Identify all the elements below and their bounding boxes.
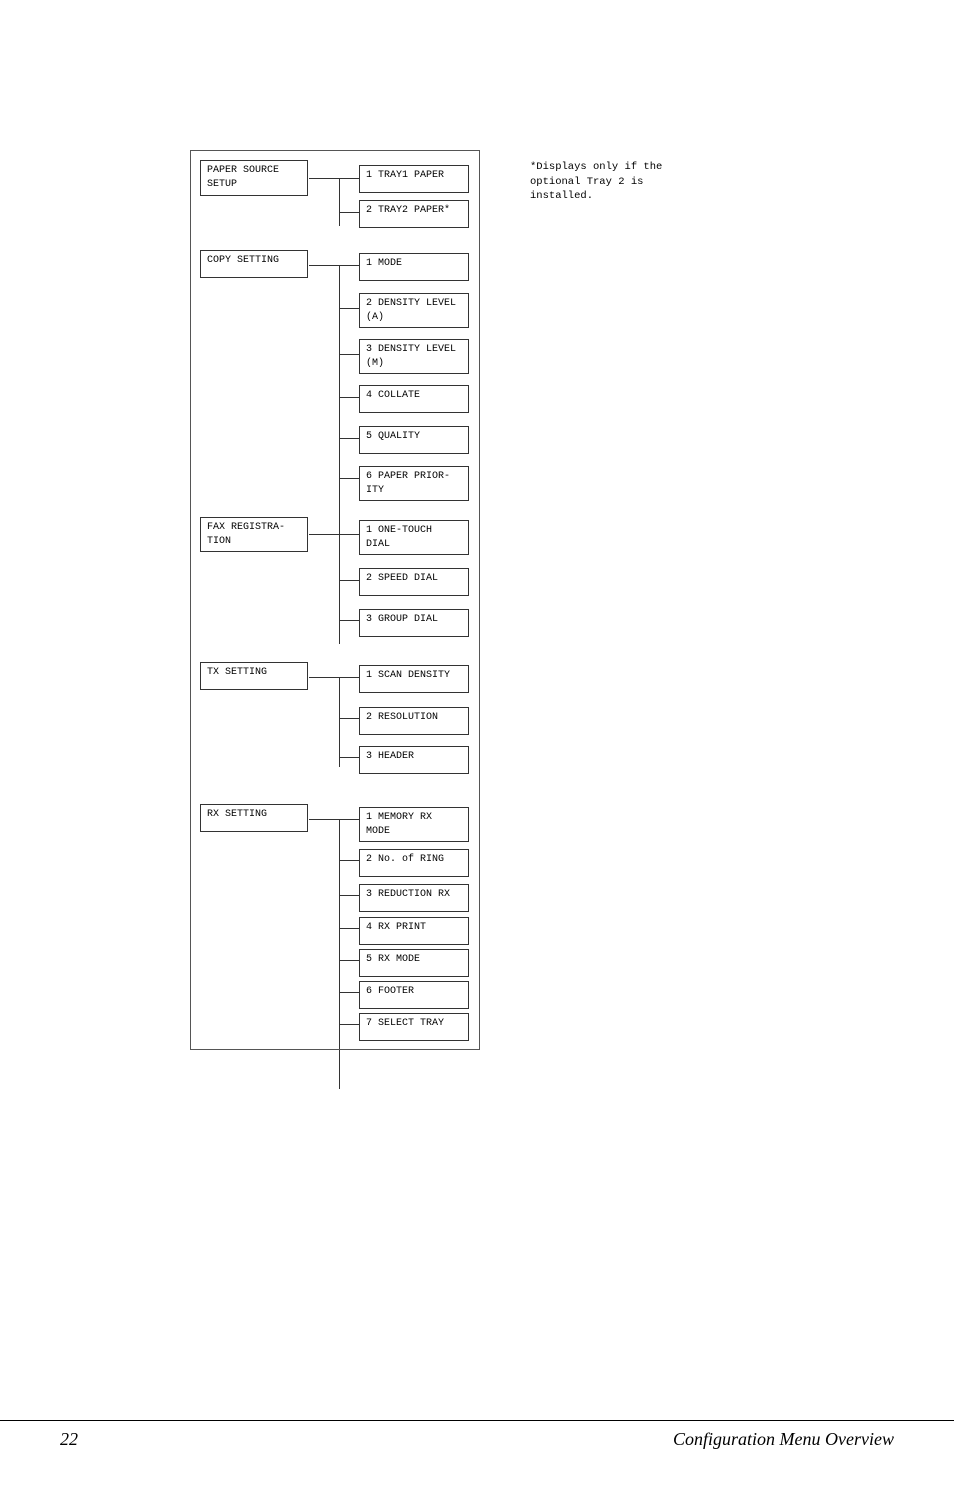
box-fax-one-touch: 1 ONE-TOUCHDIAL: [359, 520, 469, 555]
box-rx-select-tray: 7 SELECT TRAY: [359, 1013, 469, 1041]
box-copy-density-a: 2 DENSITY LEVEL(A): [359, 293, 469, 328]
hl-fax: [309, 534, 339, 535]
note-text: *Displays only if the optional Tray 2 is…: [530, 161, 662, 202]
hl-rx-7: [339, 1024, 359, 1025]
box-tray1-paper: 1 TRAY1 PAPER: [359, 165, 469, 193]
hl-rx: [309, 819, 339, 820]
box-copy-paper-priority: 6 PAPER PRIOR-ITY: [359, 466, 469, 501]
hl-rx-1: [339, 819, 359, 820]
outer-border: [190, 150, 480, 1050]
hl-paper-source: [309, 178, 339, 179]
box-rx-footer: 6 FOOTER: [359, 981, 469, 1009]
hl-copy-3: [339, 354, 359, 355]
note-area: *Displays only if the optional Tray 2 is…: [530, 160, 710, 204]
hl-rx-2: [339, 860, 359, 861]
box-tray2-paper: 2 TRAY2 PAPER*: [359, 200, 469, 228]
box-rx-no-ring: 2 No. of RING: [359, 849, 469, 877]
box-copy-mode: 1 MODE: [359, 253, 469, 281]
vl-copy-setting: [339, 265, 340, 535]
box-rx-setting: RX SETTING: [200, 804, 308, 832]
hl-paper-source-2: [339, 212, 359, 213]
page-title: Configuration Menu Overview: [673, 1429, 894, 1450]
hl-copy-2: [339, 308, 359, 309]
page-number: 22: [60, 1429, 78, 1450]
hl-fax-2: [339, 580, 359, 581]
box-rx-memory: 1 MEMORY RXMODE: [359, 807, 469, 842]
box-copy-setting: COPY SETTING: [200, 250, 308, 278]
hl-rx-3: [339, 895, 359, 896]
hl-paper-source-1: [339, 178, 359, 179]
hl-fax-3: [339, 620, 359, 621]
box-fax-speed-dial: 2 SPEED DIAL: [359, 568, 469, 596]
box-tx-scan-density: 1 SCAN DENSITY: [359, 665, 469, 693]
hl-copy-setting: [309, 265, 339, 266]
hl-tx: [309, 677, 339, 678]
box-tx-resolution: 2 RESOLUTION: [359, 707, 469, 735]
box-fax-group-dial: 3 GROUP DIAL: [359, 609, 469, 637]
box-rx-print: 4 RX PRINT: [359, 917, 469, 945]
hl-rx-5: [339, 960, 359, 961]
box-copy-density-m: 3 DENSITY LEVEL(M): [359, 339, 469, 374]
box-copy-collate: 4 COLLATE: [359, 385, 469, 413]
hl-copy-5: [339, 438, 359, 439]
box-tx-header: 3 HEADER: [359, 746, 469, 774]
hl-rx-6: [339, 992, 359, 993]
vl-fax: [339, 534, 340, 644]
box-tx-setting: TX SETTING: [200, 662, 308, 690]
box-copy-quality: 5 QUALITY: [359, 426, 469, 454]
page-footer: 22 Configuration Menu Overview: [0, 1420, 954, 1450]
box-rx-reduction: 3 REDUCTION RX: [359, 884, 469, 912]
hl-tx-3: [339, 757, 359, 758]
box-rx-mode: 5 RX MODE: [359, 949, 469, 977]
hl-fax-1: [339, 534, 359, 535]
vl-tx: [339, 677, 340, 767]
hl-copy-1: [339, 265, 359, 266]
box-fax-registration: FAX REGISTRA-TION: [200, 517, 308, 552]
hl-tx-2: [339, 718, 359, 719]
hl-copy-6: [339, 478, 359, 479]
hl-rx-4: [339, 928, 359, 929]
hl-tx-1: [339, 677, 359, 678]
box-paper-source-setup: PAPER SOURCESETUP: [200, 160, 308, 196]
vl-paper-source: [339, 178, 340, 226]
hl-copy-4: [339, 397, 359, 398]
